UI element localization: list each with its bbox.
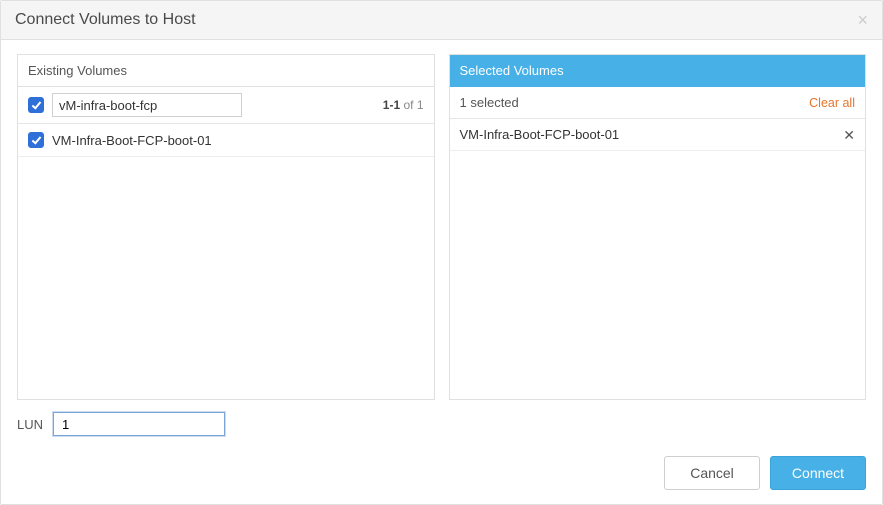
list-item[interactable]: VM-Infra-Boot-FCP-boot-01: [18, 124, 434, 157]
cancel-button[interactable]: Cancel: [664, 456, 760, 490]
dialog-body: Existing Volumes 1-1 of 1 VM-Infra-Boot-…: [1, 40, 882, 446]
existing-volumes-pane: Existing Volumes 1-1 of 1 VM-Infra-Boot-…: [17, 54, 435, 400]
connect-button[interactable]: Connect: [770, 456, 866, 490]
lun-row: LUN: [17, 412, 866, 436]
dialog-title: Connect Volumes to Host: [15, 11, 196, 29]
connect-volumes-dialog: Connect Volumes to Host × Existing Volum…: [0, 0, 883, 505]
selected-count-label: 1 selected: [460, 95, 519, 110]
panes: Existing Volumes 1-1 of 1 VM-Infra-Boot-…: [17, 54, 866, 400]
selected-volumes-list[interactable]: VM-Infra-Boot-FCP-boot-01 ✕: [450, 119, 866, 399]
clear-all-link[interactable]: Clear all: [809, 96, 855, 110]
selected-summary-row: 1 selected Clear all: [450, 87, 866, 119]
select-all-checkbox[interactable]: [28, 97, 44, 113]
volume-checkbox[interactable]: [28, 132, 44, 148]
lun-input[interactable]: [53, 412, 225, 436]
dialog-footer: Cancel Connect: [1, 446, 882, 504]
existing-search-row: 1-1 of 1: [18, 87, 434, 124]
selected-volumes-pane: Selected Volumes 1 selected Clear all VM…: [449, 54, 867, 400]
lun-label: LUN: [17, 417, 43, 432]
selected-volume-label: VM-Infra-Boot-FCP-boot-01: [460, 127, 620, 142]
volume-search-input[interactable]: [52, 93, 242, 117]
volume-label: VM-Infra-Boot-FCP-boot-01: [52, 133, 212, 148]
selected-volumes-header: Selected Volumes: [450, 55, 866, 87]
existing-volumes-list[interactable]: VM-Infra-Boot-FCP-boot-01: [18, 124, 434, 399]
dialog-header: Connect Volumes to Host ×: [1, 1, 882, 40]
list-item: VM-Infra-Boot-FCP-boot-01 ✕: [450, 119, 866, 151]
remove-icon[interactable]: ✕: [843, 128, 855, 142]
result-count-of: of 1: [403, 98, 423, 112]
close-icon[interactable]: ×: [857, 11, 868, 29]
existing-volumes-header: Existing Volumes: [18, 55, 434, 87]
result-count: 1-1 of 1: [383, 98, 424, 112]
result-count-range: 1-1: [383, 98, 400, 112]
